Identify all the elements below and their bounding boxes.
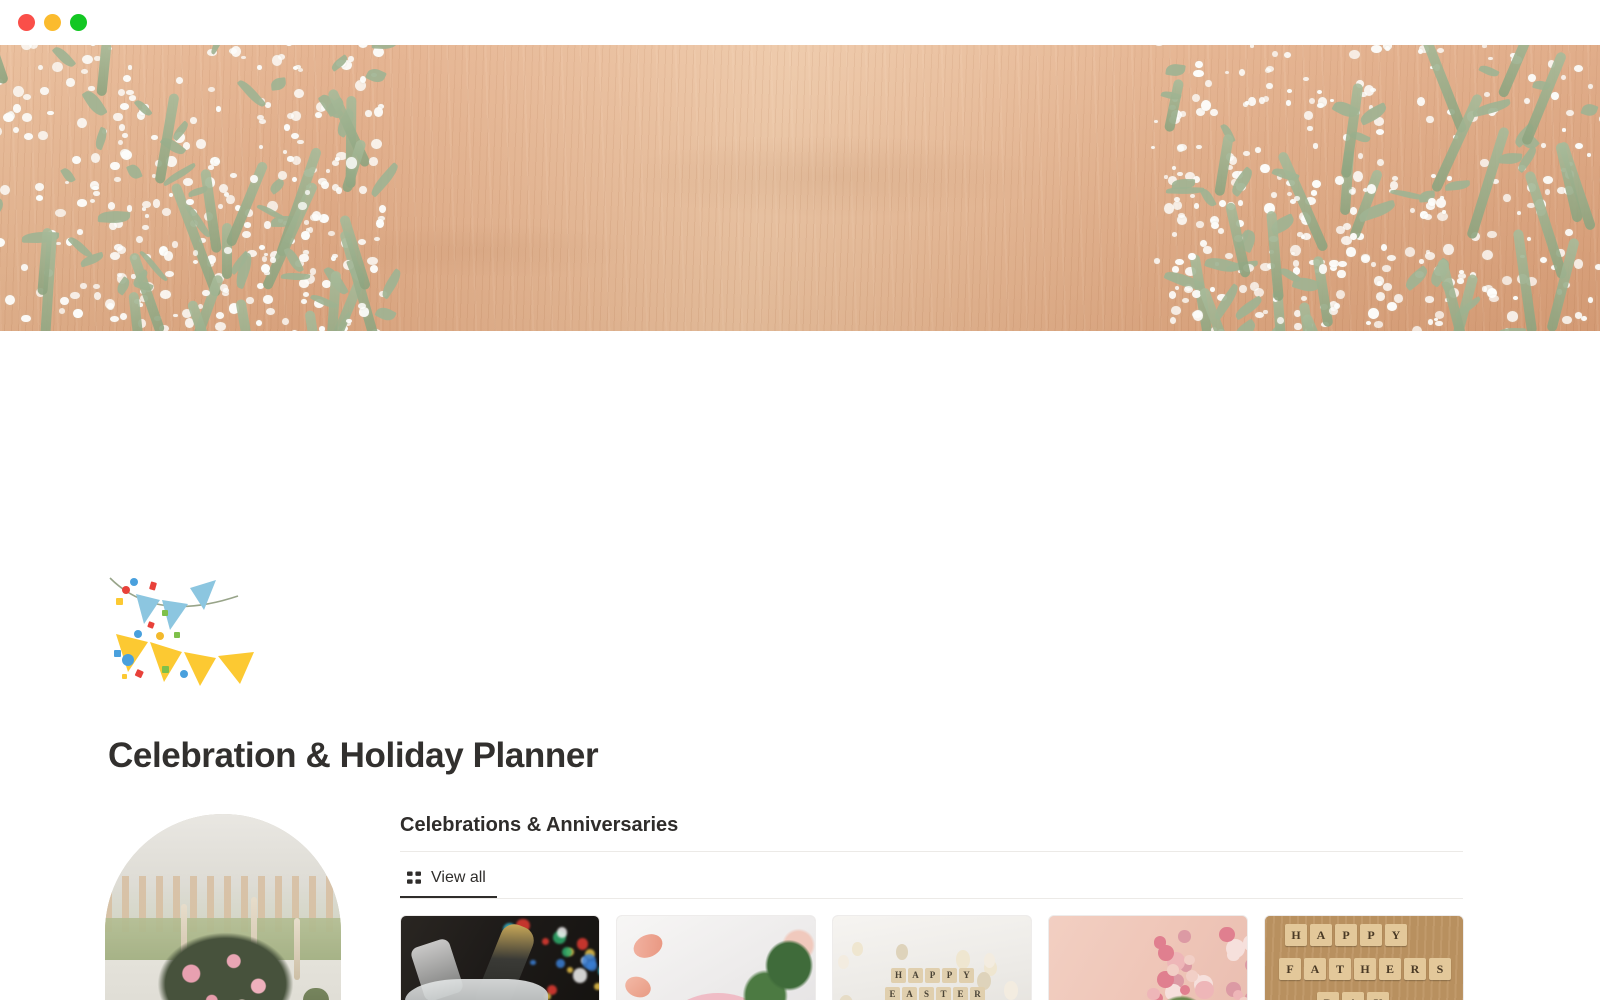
card-image-happy-fathers-day-scrabble: HAPPYFATHERSDAY (1265, 916, 1463, 1000)
window-titlebar (0, 0, 1600, 45)
section-divider (400, 851, 1463, 852)
gallery-grid-icon (406, 870, 422, 886)
event-card[interactable]: HAPPYFATHERSDAY👨Father’s DayJune3rd Sund… (1264, 915, 1464, 1000)
party-bunting-icon (108, 576, 278, 716)
event-card[interactable]: 💐Mother’s DayMay2nd Sunday (1048, 915, 1248, 1000)
photo-scene (105, 814, 341, 1000)
event-card[interactable]: 🍾New YearJanuary1st (400, 915, 600, 1000)
main-column: Celebrations & Anniversaries View all 🍾N… (400, 814, 1500, 1000)
event-card-image (617, 916, 815, 1000)
page-title: Celebration & Holiday Planner (108, 736, 598, 776)
event-card[interactable]: 💕Valentines DayFebruary14th (616, 915, 816, 1000)
card-image-champagne-bokeh (401, 916, 599, 1000)
window-maximize-button[interactable] (70, 14, 87, 31)
section-title: Celebrations & Anniversaries (400, 814, 1365, 837)
event-card-image (1049, 916, 1247, 1000)
view-tabs: View all (400, 858, 1463, 898)
event-card-image (401, 916, 599, 1000)
celebration-table-photo (105, 814, 341, 1000)
sidebar-column: Add a new Event New event (0, 814, 400, 1000)
card-image-pink-roses-blush (1049, 916, 1247, 1000)
tab-view-all-label: View all (431, 869, 486, 887)
event-card-image: HAPPYEASTER (833, 916, 1031, 1000)
active-tab-indicator (400, 896, 497, 899)
window-minimize-button[interactable] (44, 14, 61, 31)
event-card-image: HAPPYFATHERSDAY (1265, 916, 1463, 1000)
cover-wood-background (0, 45, 1600, 331)
cover-image[interactable] (0, 45, 1600, 331)
card-image-happy-easter-scrabble: HAPPYEASTER (833, 916, 1031, 1000)
window-close-button[interactable] (18, 14, 35, 31)
card-image-pink-heart-marble (617, 916, 815, 1000)
tab-view-all[interactable]: View all (400, 858, 492, 898)
event-card[interactable]: HAPPYEASTER👰EasterAprilMarch (832, 915, 1032, 1000)
event-card-grid: 🍾New YearJanuary1st💕Valentines DayFebrua… (400, 915, 1365, 1000)
page-body: Add a new Event New event (0, 814, 1600, 1000)
tabs-divider (400, 898, 1463, 899)
